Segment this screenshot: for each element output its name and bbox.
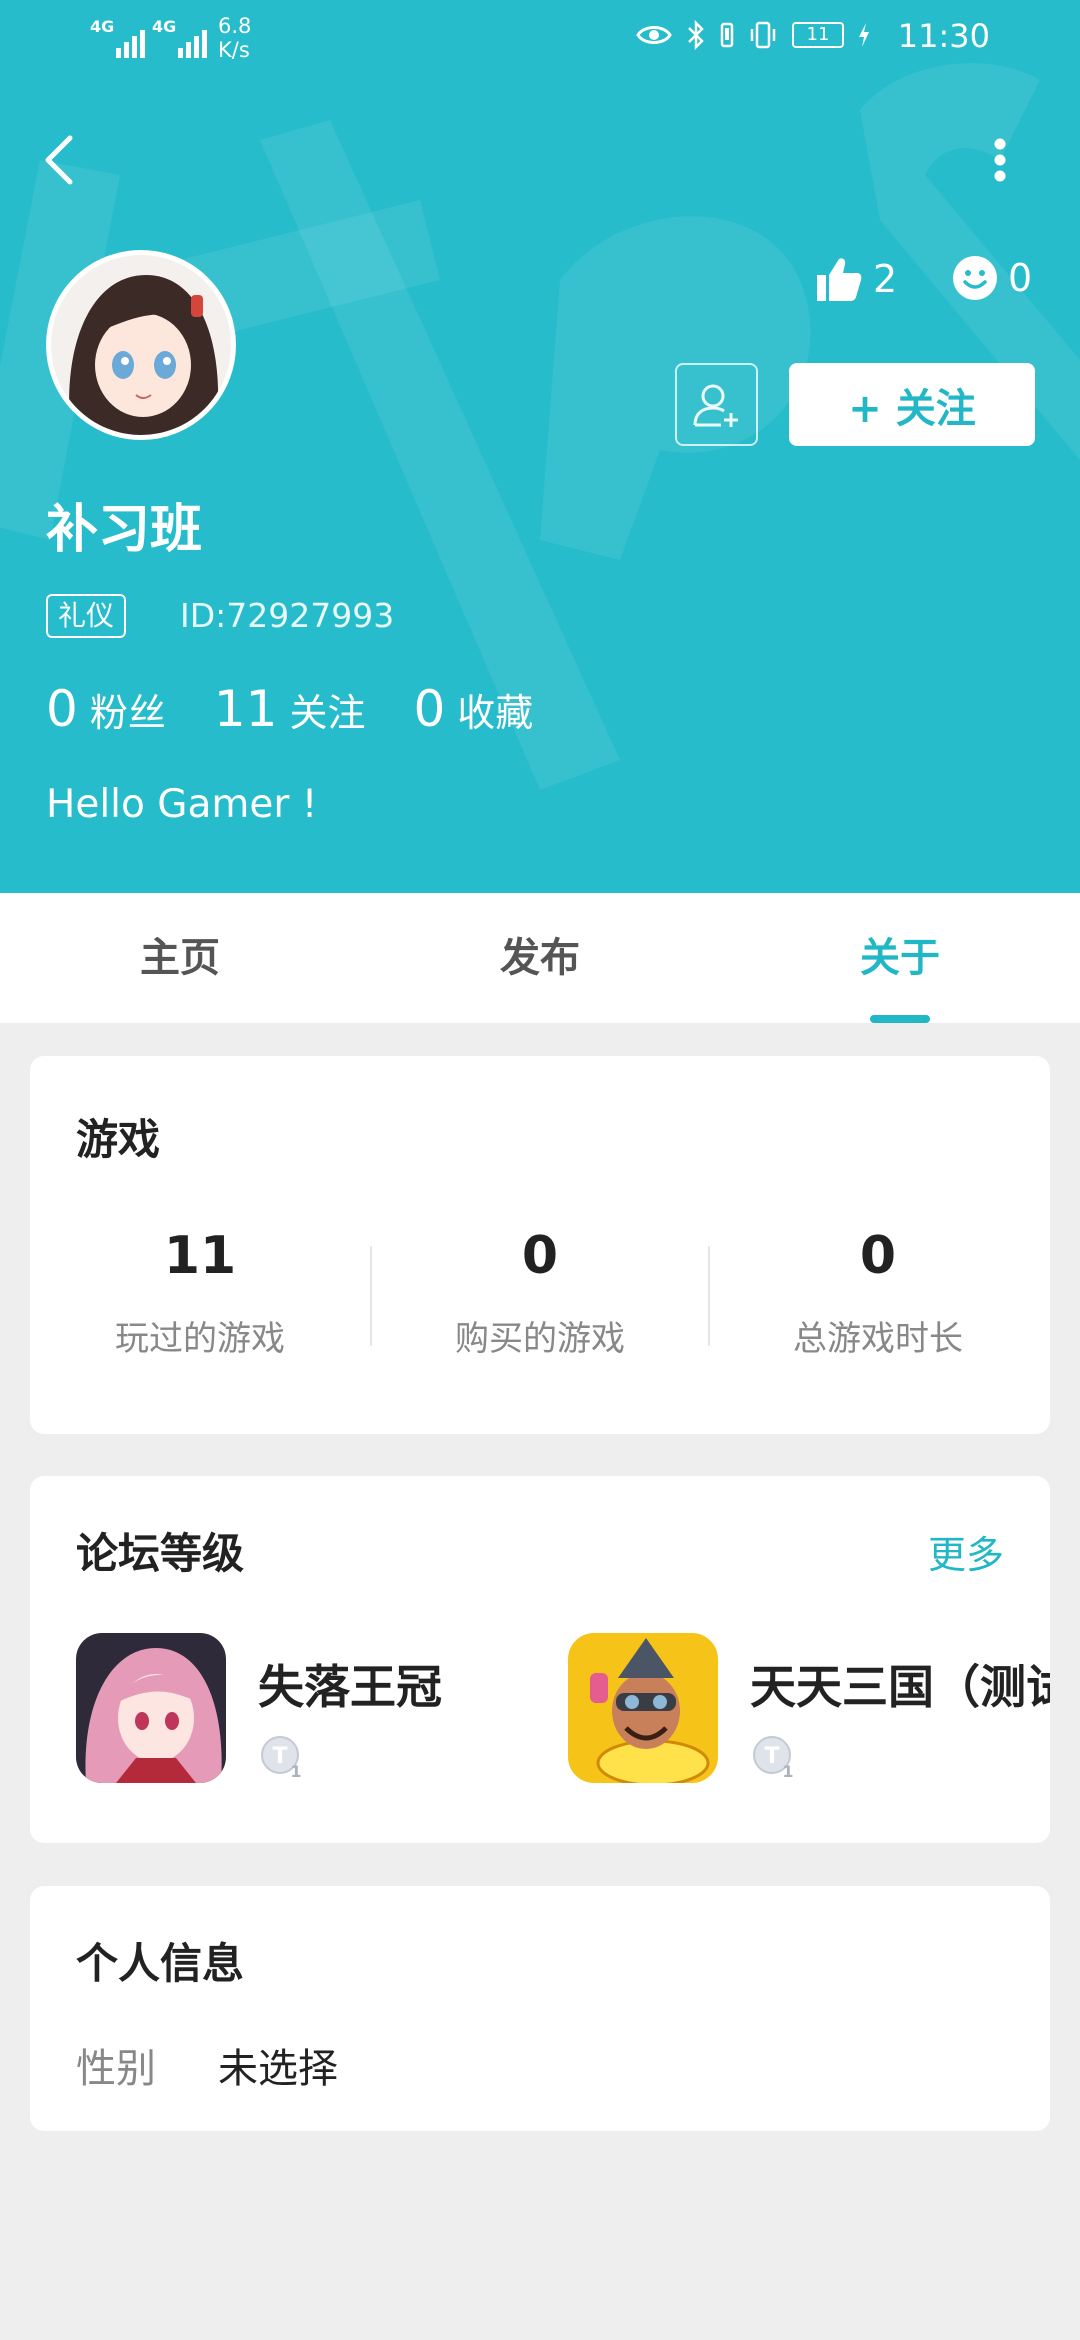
- game-cover-image: [568, 1633, 718, 1783]
- followers-count[interactable]: 0: [46, 680, 78, 738]
- follow-button[interactable]: + 关注: [789, 363, 1035, 446]
- vibrate-icon: [750, 21, 776, 49]
- forum-game-name: 天天三国（测试: [750, 1660, 1050, 1714]
- forum-game-icon: [568, 1633, 718, 1783]
- more-options-button[interactable]: [980, 130, 1020, 190]
- user-id: ID:72927993: [180, 596, 395, 635]
- avatar-image: [51, 255, 231, 435]
- back-arrow-icon: [45, 135, 73, 185]
- nfc-icon: [720, 22, 734, 48]
- purchased-games-count: 0: [521, 1226, 559, 1286]
- profile-tabs: 主页 发布 关于: [0, 893, 1080, 1023]
- add-user-icon: [693, 384, 738, 427]
- profile-header: 4G 4G 6.8 K/s 11 11:30 2 0 + 关注 补习班 礼仪 I…: [0, 0, 1080, 893]
- signal-1-icon: 4G: [90, 18, 148, 58]
- emoji-counter[interactable]: 0: [952, 255, 1032, 301]
- games-card: 游戏 11 玩过的游戏 0 购买的游戏 0 总游戏时长: [30, 1056, 1050, 1434]
- game-cover-image: [76, 1633, 226, 1783]
- signal-2-icon: 4G: [152, 18, 210, 58]
- tab-posts[interactable]: 发布: [360, 893, 720, 1023]
- purchased-games-label: 购买的游戏: [455, 1319, 625, 1359]
- charging-icon: [859, 23, 869, 47]
- forum-game-icon: [76, 1633, 226, 1783]
- followers-label[interactable]: 粉丝: [90, 682, 166, 737]
- tab-home[interactable]: 主页: [0, 893, 360, 1023]
- forum-game-name: 失落王冠: [258, 1660, 442, 1714]
- gender-value: 未选择: [218, 2046, 338, 2092]
- battery-icon: 11: [792, 22, 844, 48]
- add-friend-button[interactable]: [675, 363, 758, 446]
- avatar[interactable]: [46, 250, 236, 440]
- like-count: 2: [873, 257, 898, 301]
- following-label[interactable]: 关注: [289, 682, 365, 737]
- more-link[interactable]: 更多: [928, 1524, 1004, 1579]
- network-type-1: 4G: [90, 17, 115, 36]
- forum-card-title: 论坛等级: [76, 1529, 245, 1578]
- total-playtime-value: 0: [859, 1226, 897, 1286]
- battery-level: 11: [806, 24, 830, 45]
- bluetooth-icon: [688, 20, 704, 50]
- personal-info-title: 个人信息: [76, 1939, 245, 1988]
- eye-icon: [636, 26, 672, 44]
- network-speed-value: 6.8: [218, 14, 252, 38]
- back-button[interactable]: [40, 130, 90, 190]
- profile-stats: 0 粉丝 11 关注 0 收藏: [46, 680, 581, 738]
- like-counter[interactable]: 2: [815, 255, 897, 303]
- level-badge-icon: T 1: [261, 1736, 302, 1781]
- user-bio: Hello Gamer !: [46, 782, 318, 827]
- personal-info-card: 个人信息 性别 未选择: [30, 1886, 1050, 2131]
- games-card-title: 游戏: [76, 1115, 161, 1164]
- svg-text:T: T: [272, 1744, 287, 1769]
- level-number: 1: [782, 1762, 793, 1781]
- more-vertical-icon: [994, 138, 1006, 182]
- status-bar: 4G 4G 6.8 K/s 11 11:30: [0, 0, 1080, 80]
- user-tag-badge: 礼仪: [46, 594, 127, 638]
- forum-level-card: 论坛等级 更多 失落王冠 T 1 天天三国（测试 T 1: [30, 1476, 1050, 1843]
- following-count[interactable]: 11: [214, 680, 278, 738]
- favorites-label[interactable]: 收藏: [457, 682, 533, 737]
- total-playtime-label: 总游戏时长: [793, 1319, 963, 1359]
- watermark-logo: [0, 63, 1080, 790]
- network-type-2: 4G: [152, 17, 177, 36]
- tab-about[interactable]: 关于: [720, 893, 1080, 1023]
- thumbs-up-icon: [817, 258, 862, 301]
- emoji-count: 0: [1008, 256, 1033, 300]
- status-icons: 11: [636, 20, 870, 50]
- active-tab-indicator: [870, 1015, 930, 1023]
- favorites-count[interactable]: 0: [413, 680, 445, 738]
- smile-icon: [953, 256, 997, 300]
- gender-row: 性别 未选择: [76, 2036, 338, 2094]
- level-number: 1: [290, 1762, 301, 1781]
- svg-text:T: T: [764, 1744, 779, 1769]
- status-time: 11:30: [897, 17, 990, 55]
- level-badge-icon: T 1: [753, 1736, 794, 1781]
- forum-item[interactable]: 天天三国（测试 T 1: [568, 1633, 1050, 1788]
- forum-item[interactable]: 失落王冠 T 1: [76, 1633, 536, 1788]
- network-speed: 6.8 K/s: [218, 14, 251, 62]
- played-games-count: 11: [163, 1226, 237, 1286]
- username: 补习班: [46, 500, 203, 560]
- played-games-label: 玩过的游戏: [115, 1319, 285, 1359]
- gender-label: 性别: [76, 2046, 156, 2092]
- network-speed-unit: K/s: [218, 38, 250, 62]
